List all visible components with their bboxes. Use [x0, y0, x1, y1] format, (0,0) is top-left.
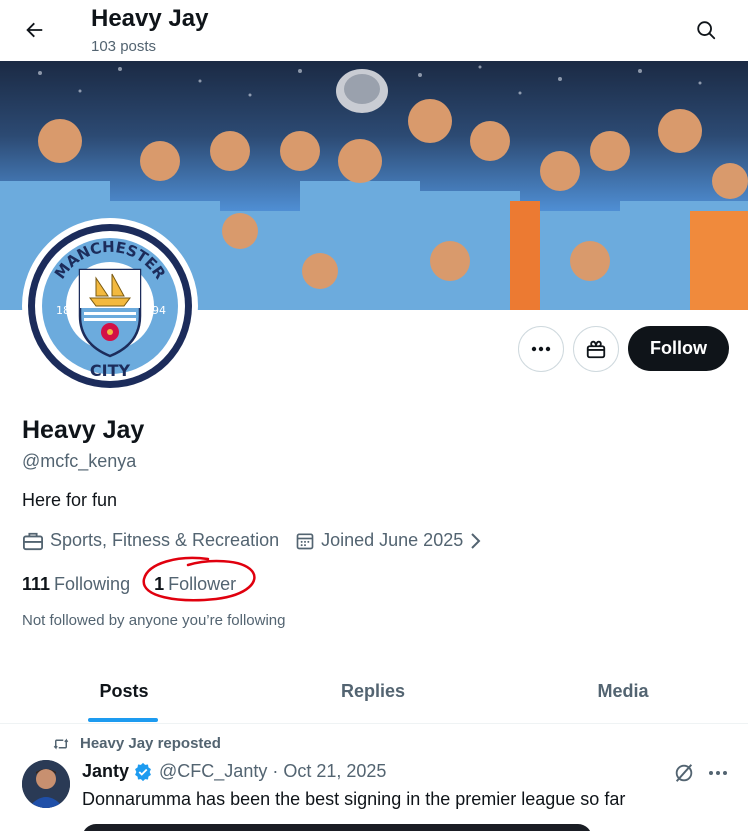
gift-button[interactable]: [573, 326, 619, 372]
category-label: Sports, Fitness & Recreation: [50, 530, 280, 550]
back-arrow-icon[interactable]: [14, 10, 54, 50]
calendar-icon: [295, 531, 315, 551]
profile-bio: Here for fun: [22, 490, 118, 510]
profile-name: Heavy Jay: [22, 416, 145, 444]
chevron-right-icon: [469, 532, 481, 550]
repost-label: Heavy Jay reposted: [80, 735, 221, 752]
repost-indicator[interactable]: Heavy Jay reposted: [52, 735, 221, 752]
tab-replies[interactable]: Replies: [248, 660, 498, 723]
tweet-text: Donnarumma has been the best signing in …: [82, 789, 626, 809]
crest-left-num: 18: [56, 304, 70, 317]
tweet-media-preview[interactable]: [82, 824, 592, 831]
profile-handle: @mcfc_kenya: [22, 451, 137, 471]
post-count: 103 posts: [91, 38, 157, 55]
grok-icon[interactable]: [671, 760, 697, 786]
ellipsis-icon: [531, 346, 551, 352]
tweet-header: Janty @CFC_Janty · Oct 21, 2025: [82, 761, 386, 782]
verified-badge-icon: [133, 762, 153, 782]
tab-media[interactable]: Media: [498, 660, 748, 723]
profile-avatar[interactable]: MANCHESTER 18 94 CITY: [22, 218, 198, 394]
tweet-date[interactable]: Oct 21, 2025: [283, 761, 386, 782]
active-tab-indicator: [88, 718, 158, 722]
not-followed-note: Not followed by anyone you’re following: [22, 612, 286, 629]
tab-posts[interactable]: Posts: [0, 660, 248, 723]
joined-label: Joined June 2025: [321, 530, 464, 550]
repost-icon: [52, 736, 70, 752]
tweet-more-icon[interactable]: [705, 760, 731, 786]
crest-right-num: 94: [152, 304, 166, 317]
header-title: Heavy Jay: [91, 5, 209, 32]
profile-meta: Sports, Fitness & Recreation Joined June…: [22, 530, 503, 551]
more-options-button[interactable]: [518, 326, 564, 372]
tweet-author-name[interactable]: Janty: [82, 761, 129, 782]
profile-tabs: Posts Replies Media: [0, 660, 748, 724]
following-count: 111: [22, 574, 51, 594]
gift-icon: [586, 340, 606, 359]
follow-button[interactable]: Follow: [628, 326, 729, 371]
crest-bottom-text: CITY: [90, 361, 131, 380]
tweet-author-handle[interactable]: @CFC_Janty: [159, 761, 267, 782]
search-icon[interactable]: [686, 10, 726, 50]
top-bar: Heavy Jay 103 posts: [0, 0, 748, 61]
tweet-separator: ·: [272, 761, 279, 781]
profile-joined[interactable]: Joined June 2025: [295, 530, 487, 551]
tweet-author-avatar[interactable]: [22, 760, 70, 808]
briefcase-icon: [22, 531, 44, 551]
following-link[interactable]: 111 Following: [22, 574, 130, 595]
red-annotation-circle: [142, 556, 256, 602]
following-label: Following: [54, 574, 131, 594]
profile-category: Sports, Fitness & Recreation: [22, 530, 279, 551]
